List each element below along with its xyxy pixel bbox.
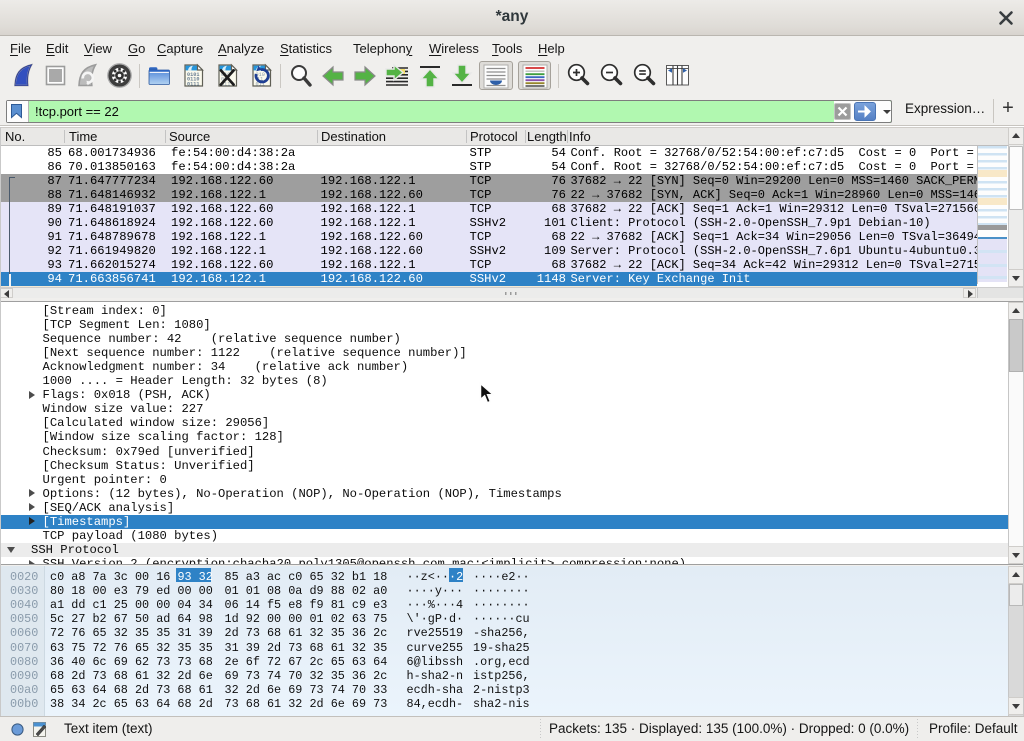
- svg-text:0111: 0111: [187, 81, 199, 87]
